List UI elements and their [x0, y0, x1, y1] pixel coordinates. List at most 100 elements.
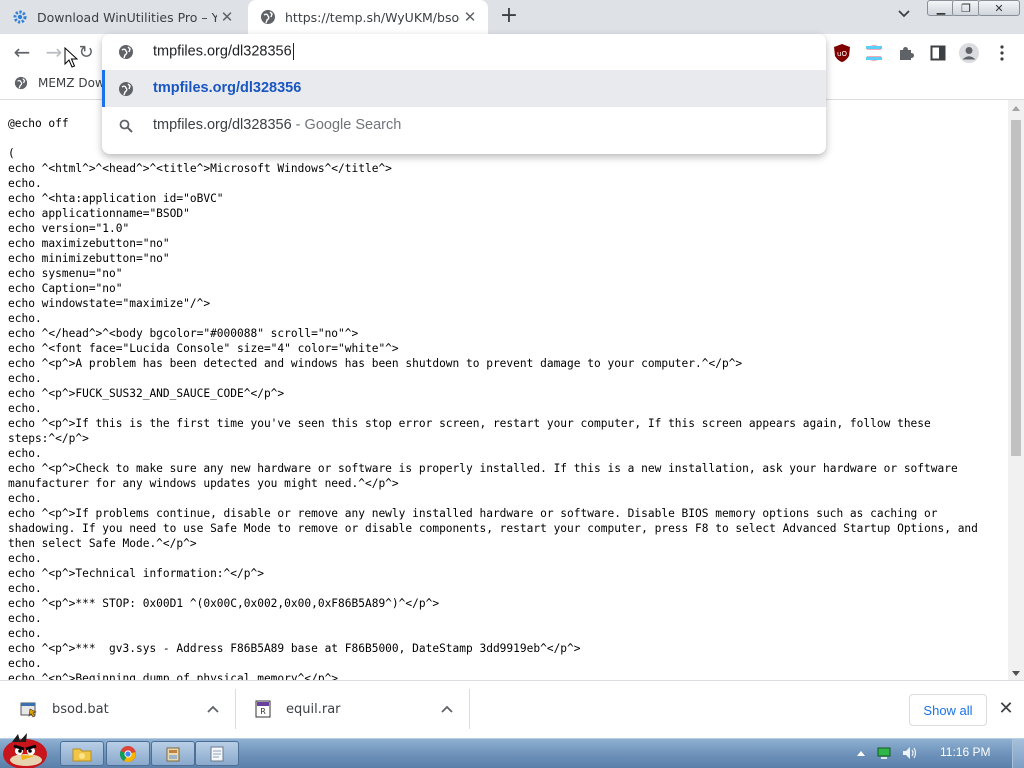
page-content: @echo off (echo ^<html^>^<head^>^<title^… — [0, 100, 1008, 680]
code-line: echo ^<p^>A problem has been detected an… — [8, 357, 743, 370]
gear-icon — [12, 9, 28, 25]
tab-close-button[interactable]: ✕ — [460, 7, 480, 27]
code-line: echo ^<p^>Check to make sure any new har… — [8, 462, 965, 490]
taskbar-chrome-button[interactable] — [106, 741, 150, 766]
omnibox-suggestion-url[interactable]: tmpfiles.org/dl328356 — [102, 70, 826, 107]
code-line: echo ^<html^>^<head^>^<title^>Microsoft … — [8, 162, 392, 175]
notepad-icon — [210, 746, 224, 761]
download-item-bsod[interactable]: bsod.bat — [14, 689, 236, 729]
code-line: echo ^<p^>Technical information:^</p^> — [8, 567, 264, 580]
start-button-angry-bird-icon[interactable] — [0, 730, 52, 768]
chevron-down-icon — [898, 10, 910, 18]
code-line: echo. — [8, 627, 42, 640]
code-line: echo windowstate="maximize"/^> — [8, 297, 211, 310]
download-item-equil[interactable]: R equil.rar — [248, 689, 470, 729]
scroll-down-arrow-icon[interactable] — [1012, 671, 1020, 676]
show-hidden-icons-icon[interactable] — [856, 749, 866, 757]
more-menu-icon[interactable] — [991, 42, 1013, 64]
mouse-cursor-icon — [64, 47, 78, 68]
code-line: echo. — [8, 177, 42, 190]
installer-icon — [166, 747, 180, 761]
globe-icon — [14, 76, 28, 90]
code-line: echo. — [8, 612, 42, 625]
download-filename: equil.rar — [286, 701, 341, 717]
bookmark-memz[interactable]: MEMZ Dow — [14, 76, 105, 90]
code-line: echo ^<hta:application id="oBVC" — [8, 192, 224, 205]
side-panel-icon[interactable] — [927, 42, 949, 64]
globe-icon — [260, 9, 276, 25]
code-line: echo ^</head^>^<body bgcolor="#000088" s… — [8, 327, 359, 340]
tab-winutilities[interactable]: Download WinUtilities Pro – Y ✕ — [0, 0, 245, 34]
globe-icon — [118, 44, 134, 60]
taskbar-explorer-button[interactable] — [60, 741, 104, 766]
show-all-downloads-button[interactable]: Show all — [909, 694, 987, 726]
taskbar-app-button[interactable] — [195, 741, 239, 766]
system-tray — [856, 742, 918, 764]
code-line: echo ^<font face="Lucida Console" size="… — [8, 342, 399, 355]
search-icon — [118, 118, 134, 134]
window-close-button[interactable]: ✕ — [978, 0, 1020, 16]
tab-temp-sh[interactable]: https://temp.sh/WyUKM/bsod ✕ — [248, 0, 488, 34]
folder-icon — [72, 748, 92, 761]
code-line: echo Caption="no" — [8, 282, 123, 295]
code-line: echo. — [8, 492, 42, 505]
code-line: echo ^<p^>If this is the first time you'… — [8, 417, 938, 445]
network-icon[interactable] — [876, 746, 892, 760]
close-downloads-bar-button[interactable]: ✕ — [996, 699, 1016, 719]
window-minimize-button[interactable]: ▁ — [927, 0, 955, 16]
scroll-up-arrow-icon[interactable] — [1012, 106, 1020, 111]
address-bar-input[interactable]: tmpfiles.org/dl328356 — [102, 34, 826, 70]
omnibox-suggestion-search[interactable]: tmpfiles.org/dl328356 - Google Search — [102, 107, 826, 144]
svg-text:uO: uO — [837, 50, 847, 58]
vertical-scrollbar[interactable] — [1008, 100, 1024, 680]
suggestion-hint: - Google Search — [291, 117, 402, 133]
suggestion-text: tmpfiles.org/dl328356 - Google Search — [153, 117, 402, 133]
code-line: echo. — [8, 657, 42, 670]
volume-icon[interactable] — [902, 746, 918, 760]
extensions-puzzle-icon[interactable] — [895, 42, 917, 64]
batch-script-text: @echo off (echo ^<html^>^<head^>^<title^… — [8, 116, 1003, 680]
window-maximize-button[interactable]: ❐ — [952, 0, 980, 16]
code-line: echo ^<p^>If problems continue, disable … — [8, 507, 985, 550]
code-line: echo. — [8, 402, 42, 415]
code-line: echo. — [8, 312, 42, 325]
code-line: echo. — [8, 552, 42, 565]
rar-archive-icon: R — [254, 700, 272, 718]
suggestion-text: tmpfiles.org/dl328356 — [153, 80, 302, 96]
omnibox-dropdown: tmpfiles.org/dl328356 tmpfiles.org/dl328… — [102, 34, 826, 154]
address-bar-text[interactable]: tmpfiles.org/dl328356 — [153, 43, 294, 60]
code-line: echo. — [8, 372, 42, 385]
text-caret — [292, 43, 294, 60]
tab-title: Download WinUtilities Pro – Y — [37, 9, 217, 25]
taskbar-app-button[interactable] — [151, 741, 195, 766]
downloads-bar: bsod.bat R equil.rar Show all ✕ — [0, 680, 1024, 738]
back-button[interactable]: ← — [8, 38, 36, 66]
code-line: echo applicationname="BSOD" — [8, 207, 190, 220]
tab-strip: Download WinUtilities Pro – Y ✕ https://… — [0, 0, 1024, 34]
tab-close-button[interactable]: ✕ — [217, 7, 237, 27]
code-line: echo ^<p^>*** gv3.sys - Address F86B5A89… — [8, 642, 581, 655]
batch-file-icon — [20, 700, 38, 718]
taskbar-clock[interactable]: 11:16 PM — [940, 745, 990, 759]
code-line: echo ^<p^>FUCK_SUS32_AND_SAUCE_CODE^</p^… — [8, 387, 285, 400]
code-line: echo. — [8, 582, 42, 595]
chrome-icon — [119, 745, 136, 762]
tab-title: https://temp.sh/WyUKM/bsod — [285, 9, 460, 25]
new-tab-button[interactable]: + — [496, 5, 522, 29]
code-line: echo. — [8, 447, 42, 460]
chevron-up-icon[interactable] — [203, 703, 223, 716]
scrollbar-thumb[interactable] — [1011, 120, 1021, 456]
svg-text:R: R — [260, 707, 266, 716]
tab-search-button[interactable] — [893, 8, 915, 28]
code-line: echo maximizebutton="no" — [8, 237, 170, 250]
code-line: echo minimizebutton="no" — [8, 252, 170, 265]
download-filename: bsod.bat — [52, 701, 109, 717]
ublock-origin-icon[interactable]: uO — [831, 42, 853, 64]
profile-avatar-icon[interactable] — [958, 42, 980, 64]
code-line: echo version="1.0" — [8, 222, 130, 235]
globe-icon — [118, 81, 134, 97]
show-desktop-button[interactable] — [1012, 739, 1024, 768]
code-line: echo ^<p^>*** STOP: 0x00D1 ^(0x00C,0x002… — [8, 597, 440, 610]
extension-flag-icon[interactable] — [863, 42, 885, 64]
chevron-up-icon[interactable] — [437, 703, 457, 716]
